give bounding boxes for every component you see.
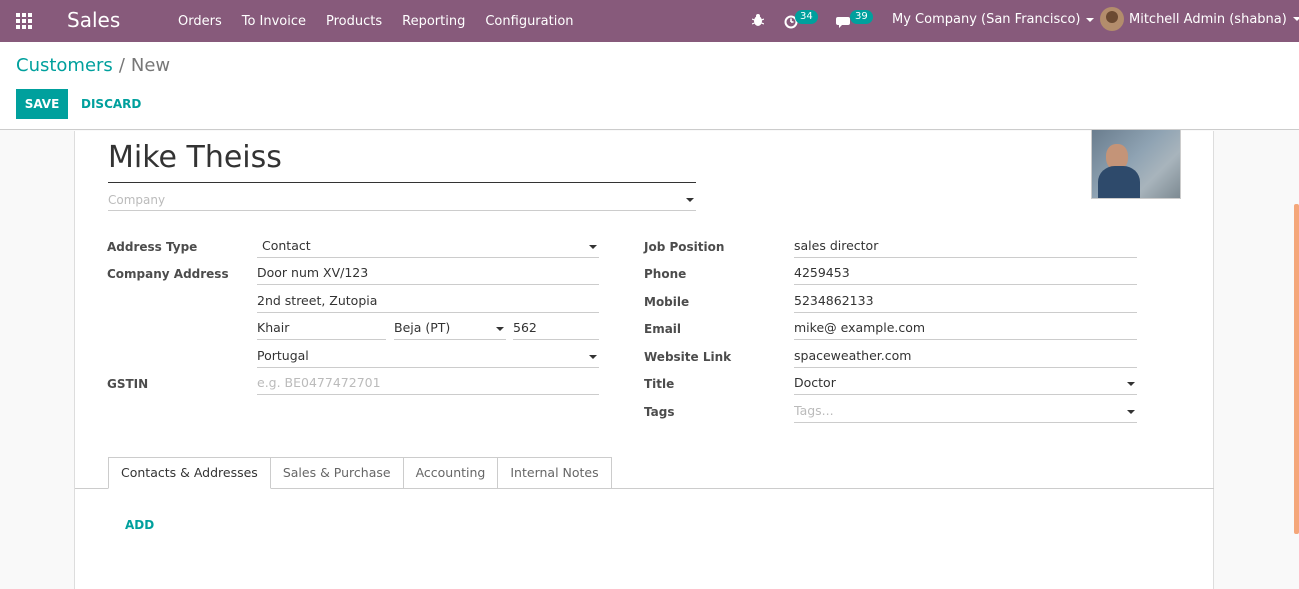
activity-count-badge: 34 [795,10,818,24]
top-navbar: Sales Orders To Invoice Products Reporti… [0,0,1299,42]
address-type-label: Address Type [107,240,198,254]
breadcrumb-separator: / [118,55,125,76]
tab-sales-purchase[interactable]: Sales & Purchase [270,457,404,489]
gstin-label: GSTIN [107,377,149,391]
chevron-down-icon [589,245,597,249]
title-value: Doctor [794,375,836,390]
apps-grid-icon[interactable] [16,13,34,29]
tags-select[interactable]: Tags... [794,401,1137,423]
website-input[interactable]: spaceweather.com [794,346,1137,368]
user-menu[interactable]: Mitchell Admin (shabna) [1100,7,1299,31]
state-select[interactable]: Beja (PT) [394,318,506,340]
chevron-down-icon [1292,17,1299,21]
avatar [1100,7,1124,31]
mobile-input[interactable]: 5234862133 [794,291,1137,313]
mobile-label: Mobile [644,295,690,309]
gstin-input[interactable]: e.g. BE0477472701 [257,373,599,395]
chevron-down-icon [1127,382,1135,386]
form-sheet: Mike Theiss Company Address Type Contact… [74,129,1214,589]
save-button[interactable]: SAVE [16,89,68,119]
address-type-select[interactable]: Contact [257,236,599,258]
country-select[interactable]: Portugal [257,346,599,368]
title-label: Title [644,377,675,391]
street-input[interactable]: Door num XV/123 [257,263,599,285]
tab-internal-notes[interactable]: Internal Notes [498,457,612,489]
website-label: Website Link [644,350,732,364]
company-switcher[interactable]: My Company (San Francisco) [892,12,1095,27]
company-select[interactable]: Company [108,189,696,211]
tab-contacts-addresses[interactable]: Contacts & Addresses [108,457,271,489]
chevron-down-icon [1127,410,1135,414]
company-name: My Company (San Francisco) [892,12,1081,27]
contact-photo[interactable] [1091,129,1181,199]
bug-icon[interactable] [752,13,764,27]
chevron-down-icon [589,355,597,359]
scrollbar[interactable] [1294,204,1299,534]
name-input[interactable]: Mike Theiss [108,139,696,183]
message-count-badge: 39 [850,10,873,24]
tags-placeholder: Tags... [794,403,834,418]
phone-input[interactable]: 4259453 [794,263,1137,285]
zip-input[interactable]: 562 [513,318,599,340]
tab-accounting[interactable]: Accounting [403,457,499,489]
notebook-tabs: Contacts & Addresses Sales & Purchase Ac… [108,457,612,489]
breadcrumb-customers[interactable]: Customers [16,55,113,76]
menu-reporting[interactable]: Reporting [402,14,465,29]
state-value: Beja (PT) [394,320,451,335]
phone-label: Phone [644,267,687,281]
discard-button[interactable]: DISCARD [81,89,141,119]
menu-configuration[interactable]: Configuration [485,14,573,29]
city-input[interactable]: Khair [257,318,386,340]
chevron-down-icon [496,327,504,331]
chevron-down-icon [686,198,694,202]
user-name: Mitchell Admin (shabna) [1129,11,1287,27]
title-select[interactable]: Doctor [794,373,1137,395]
job-position-label: Job Position [644,240,725,254]
breadcrumb-current: New [130,55,171,76]
company-address-label: Company Address [107,267,229,281]
job-position-input[interactable]: sales director [794,236,1137,258]
chevron-down-icon [1086,17,1095,22]
menu-orders[interactable]: Orders [178,14,222,29]
company-placeholder: Company [108,193,166,207]
address-type-value: Contact [262,238,311,253]
email-label: Email [644,322,682,336]
menu-products[interactable]: Products [326,14,382,29]
main-menu: Orders To Invoice Products Reporting Con… [178,0,594,42]
tags-label: Tags [644,405,675,419]
control-panel: Customers / New SAVE DISCARD [0,42,1299,130]
street2-input[interactable]: 2nd street, Zutopia [257,291,599,313]
breadcrumb: Customers / New [16,55,170,76]
add-contact-button[interactable]: ADD [125,518,154,532]
app-title[interactable]: Sales [67,8,120,32]
email-input[interactable]: mike@ example.com [794,318,1137,340]
country-value: Portugal [257,348,309,363]
menu-to-invoice[interactable]: To Invoice [242,14,306,29]
